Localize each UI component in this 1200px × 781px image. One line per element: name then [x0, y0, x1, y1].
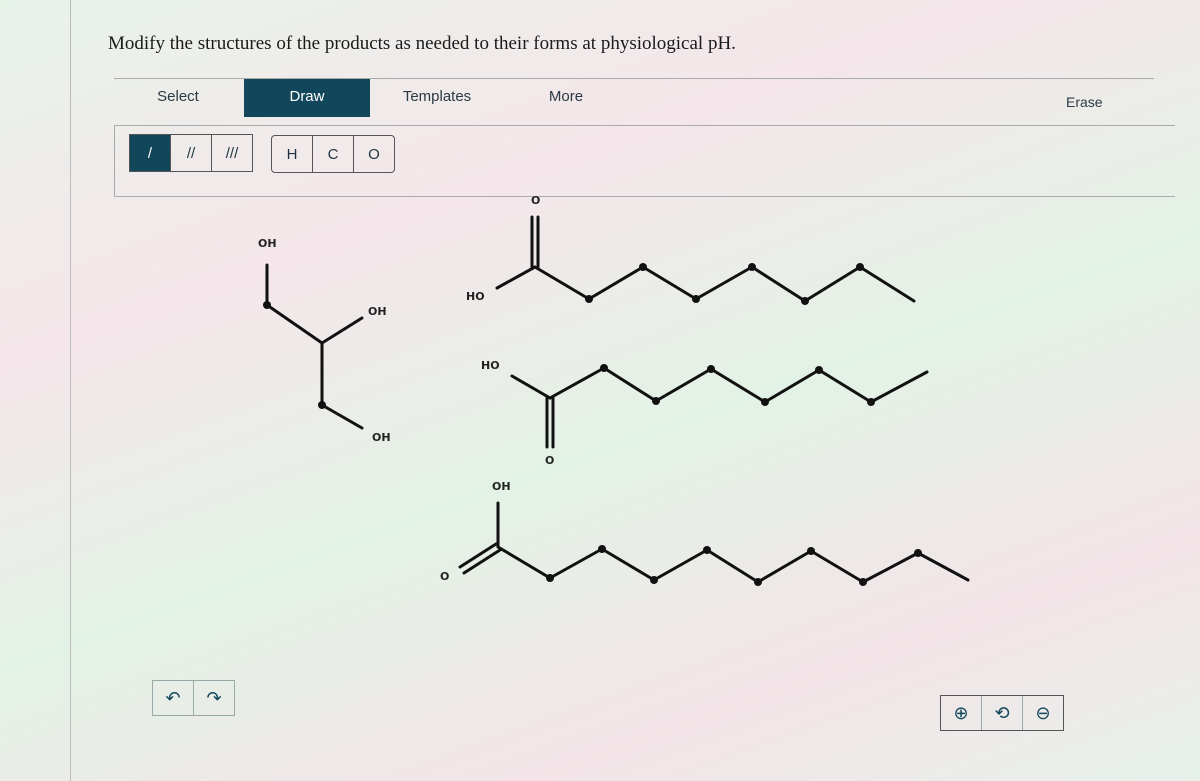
acid2-ho[interactable]: HO: [481, 359, 500, 372]
atom-carbon[interactable]: [585, 295, 593, 303]
atom-carbon[interactable]: [867, 398, 875, 406]
zoom-controls: ⊕ ⟲ ⊖: [940, 695, 1064, 731]
acid1-ho[interactable]: HO: [466, 290, 485, 303]
bond[interactable]: [861, 551, 920, 584]
atom-carbon[interactable]: [546, 574, 554, 582]
acid3-oh[interactable]: OH: [492, 480, 511, 493]
atom-carbon[interactable]: [650, 576, 658, 584]
redo-icon[interactable]: ↷: [194, 681, 234, 715]
glycerol-oh-3[interactable]: OH: [372, 431, 391, 444]
atom-carbon[interactable]: [856, 263, 864, 271]
zoom-in-icon[interactable]: ⊕: [941, 696, 982, 730]
atom-carbon[interactable]: [801, 297, 809, 305]
bond[interactable]: [600, 547, 656, 582]
bond[interactable]: [817, 368, 873, 404]
bond[interactable]: [750, 265, 807, 303]
atom-carbon[interactable]: [263, 301, 271, 309]
glycerol-oh-2[interactable]: OH: [368, 305, 387, 318]
atom-carbon[interactable]: [600, 364, 608, 372]
bonds: [263, 215, 970, 586]
acid3-o[interactable]: O: [440, 570, 449, 583]
bond[interactable]: [756, 549, 813, 584]
atom-carbon[interactable]: [707, 365, 715, 373]
bond[interactable]: [587, 265, 645, 301]
atom-carbon[interactable]: [703, 546, 711, 554]
bond[interactable]: [869, 370, 929, 404]
atom-carbon[interactable]: [318, 401, 326, 409]
history-controls: ↶ ↷: [152, 680, 235, 716]
atom-carbon[interactable]: [598, 545, 606, 553]
bond[interactable]: [496, 545, 552, 580]
bond[interactable]: [510, 374, 552, 400]
bond[interactable]: [602, 366, 658, 403]
atom-carbon[interactable]: [754, 578, 762, 586]
atom-carbon[interactable]: [652, 397, 660, 405]
bond[interactable]: [916, 551, 970, 582]
bond[interactable]: [694, 265, 754, 301]
bond[interactable]: [533, 265, 591, 301]
atom-carbon[interactable]: [639, 263, 647, 271]
bond[interactable]: [803, 265, 862, 303]
atom-carbon[interactable]: [807, 547, 815, 555]
bond[interactable]: [320, 403, 364, 430]
drawing-canvas[interactable]: OH OH OH O HO HO O OH O: [0, 0, 1200, 781]
bond[interactable]: [495, 265, 537, 290]
atom-carbon[interactable]: [914, 549, 922, 557]
glycerol-oh-1[interactable]: OH: [258, 237, 277, 250]
bond[interactable]: [654, 367, 713, 403]
bond[interactable]: [809, 549, 865, 584]
atom-carbon[interactable]: [815, 366, 823, 374]
bond[interactable]: [320, 316, 364, 345]
bond[interactable]: [763, 368, 821, 404]
atom-carbon[interactable]: [761, 398, 769, 406]
bond[interactable]: [548, 547, 604, 580]
bond[interactable]: [548, 366, 606, 400]
bond[interactable]: [652, 548, 709, 582]
atom-carbon[interactable]: [859, 578, 867, 586]
acid1-o[interactable]: O: [531, 194, 540, 207]
acid2-o[interactable]: O: [545, 454, 554, 467]
zoom-out-icon[interactable]: ⊖: [1023, 696, 1063, 730]
bond[interactable]: [858, 265, 916, 303]
reset-zoom-icon[interactable]: ⟲: [982, 696, 1023, 730]
atom-carbon[interactable]: [748, 263, 756, 271]
undo-icon[interactable]: ↶: [153, 681, 194, 715]
bond[interactable]: [709, 367, 767, 404]
atom-carbon[interactable]: [692, 295, 700, 303]
bond[interactable]: [705, 548, 760, 584]
bond[interactable]: [641, 265, 698, 301]
bond[interactable]: [265, 303, 324, 345]
